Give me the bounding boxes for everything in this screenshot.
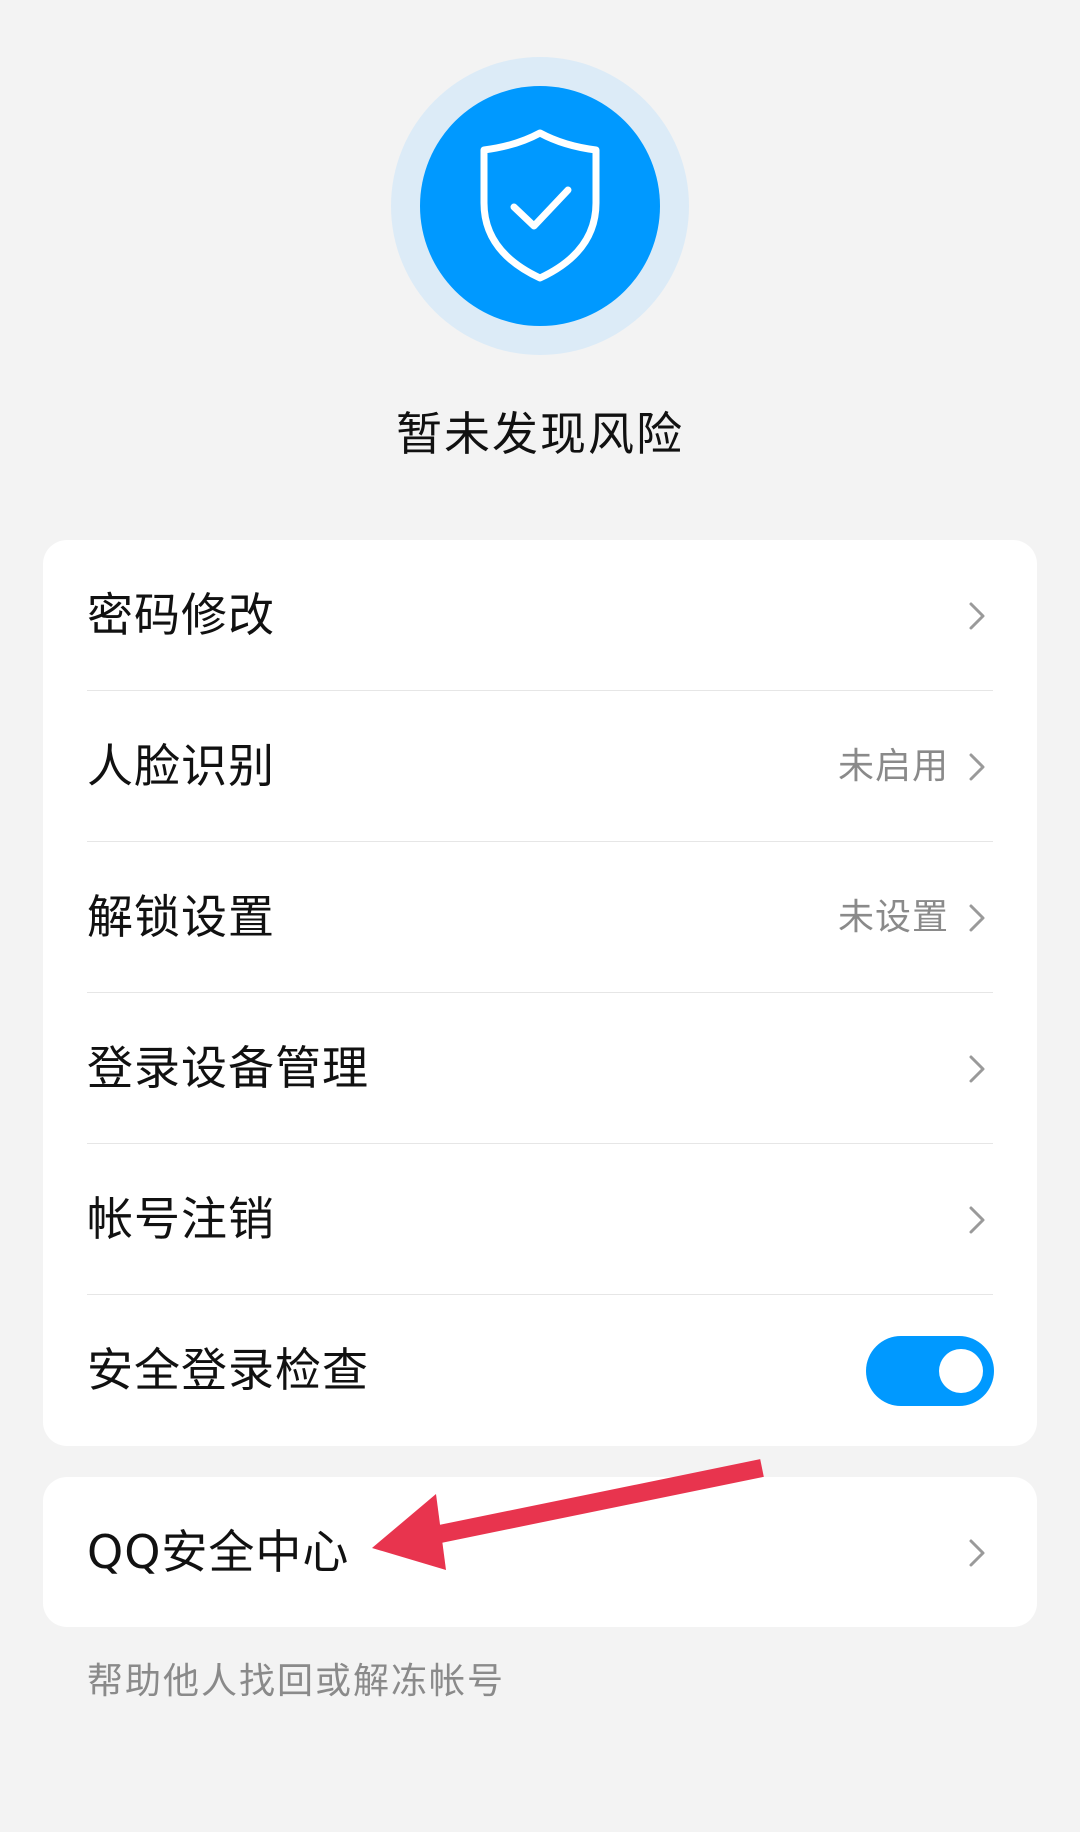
setting-row-face-recognition[interactable]: 人脸识别 未启用 [43, 691, 1037, 842]
chevron-right-icon [969, 602, 985, 630]
setting-row-password[interactable]: 密码修改 [43, 540, 1037, 691]
setting-row-secure-login-check: 安全登录检查 [43, 1295, 1037, 1446]
setting-label: 登录设备管理 [87, 1041, 369, 1095]
chevron-right-icon [969, 904, 985, 932]
setting-label: 解锁设置 [87, 890, 275, 944]
shield-check-icon [420, 86, 660, 326]
help-others-recover-link[interactable]: 帮助他人找回或解冻帐号 [87, 1652, 505, 1704]
setting-label: 密码修改 [87, 588, 275, 642]
toggle-knob [939, 1349, 983, 1393]
chevron-right-icon [969, 1055, 985, 1083]
chevron-right-icon [969, 1206, 985, 1234]
setting-label: 人脸识别 [87, 739, 275, 793]
setting-row-login-devices[interactable]: 登录设备管理 [43, 993, 1037, 1144]
secure-login-check-toggle[interactable] [866, 1336, 994, 1406]
setting-label: 安全登录检查 [87, 1343, 369, 1397]
setting-row-unlock[interactable]: 解锁设置 未设置 [43, 842, 1037, 993]
qq-security-center-card: QQ安全中心 [43, 1477, 1037, 1627]
shield-status-emblem [391, 57, 689, 355]
security-settings-card: 密码修改 人脸识别 未启用 解锁设置 未设置 登录设备管理 帐号注销 安全登录检… [43, 540, 1037, 1446]
security-status-text: 暂未发现风险 [396, 407, 684, 461]
chevron-right-icon [969, 1539, 985, 1567]
chevron-right-icon [969, 753, 985, 781]
setting-label: 帐号注销 [87, 1192, 275, 1246]
setting-row-account-deletion[interactable]: 帐号注销 [43, 1144, 1037, 1295]
qq-security-center-label: QQ安全中心 [87, 1525, 350, 1579]
qq-security-center-row[interactable]: QQ安全中心 [43, 1477, 1037, 1627]
setting-value: 未设置 [837, 897, 949, 938]
setting-value: 未启用 [837, 746, 949, 787]
